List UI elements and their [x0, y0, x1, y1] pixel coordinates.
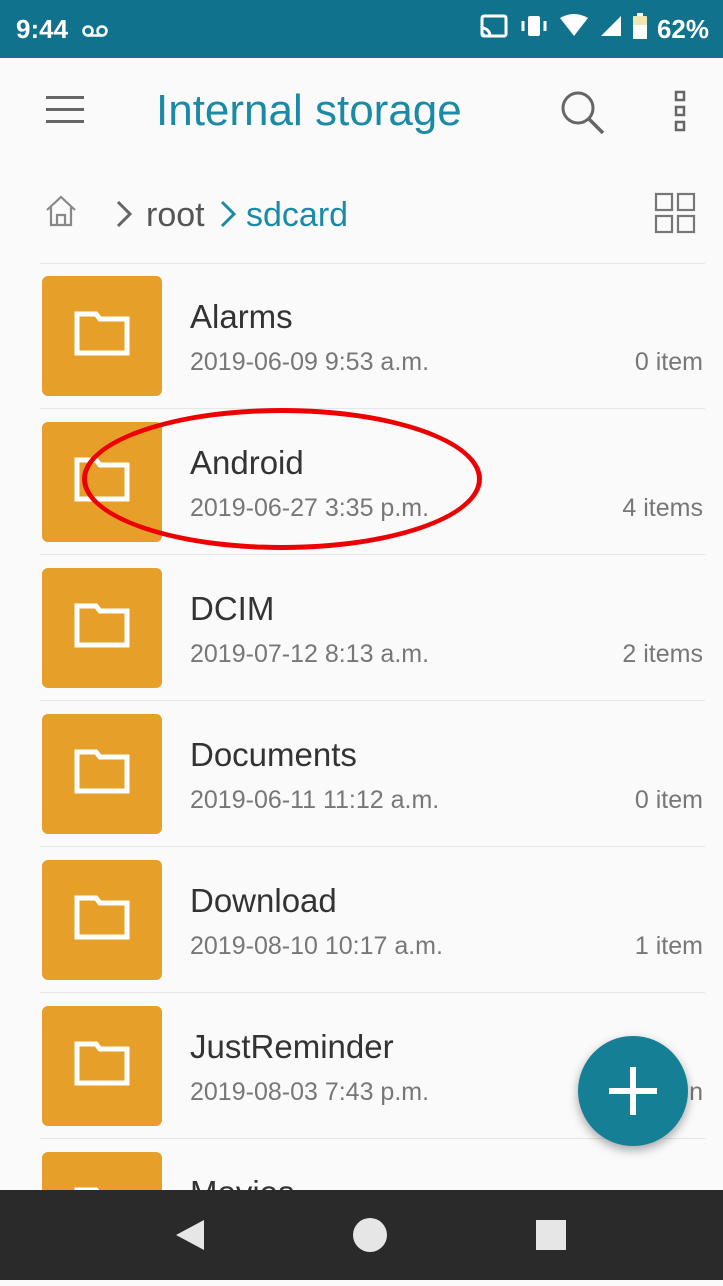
signal-icon	[599, 14, 623, 45]
search-icon[interactable]	[558, 88, 606, 141]
folder-icon	[42, 276, 162, 396]
list-item[interactable]: Alarms 2019-06-09 9:53 a.m. 0 item	[0, 264, 723, 410]
navigation-bar	[0, 1190, 723, 1280]
recents-icon[interactable]	[536, 1220, 566, 1255]
breadcrumb-root[interactable]: root	[146, 196, 205, 235]
wifi-icon	[559, 13, 589, 45]
vibrate-icon	[519, 13, 549, 46]
battery-icon	[632, 12, 647, 46]
list-item[interactable]: DCIM 2019-07-12 8:13 a.m. 2 items	[0, 556, 723, 702]
more-vert-icon[interactable]	[674, 90, 686, 137]
file-name: Download	[190, 882, 337, 919]
chevron-right-icon	[220, 200, 237, 233]
file-count: 4 items	[622, 494, 703, 522]
voicemail-icon	[82, 14, 108, 45]
menu-icon[interactable]	[46, 96, 84, 129]
folder-icon	[42, 860, 162, 980]
plus-icon	[609, 1067, 657, 1120]
file-count: 0 item	[634, 348, 703, 376]
status-time: 9:44	[16, 13, 69, 44]
file-count: 0 item	[634, 786, 703, 814]
divider	[40, 700, 705, 701]
home-icon[interactable]	[44, 194, 78, 233]
chevron-right-icon	[116, 200, 133, 233]
file-name: JustReminder	[190, 1028, 394, 1065]
divider	[40, 992, 705, 993]
back-icon[interactable]	[174, 1218, 206, 1257]
folder-icon	[42, 1006, 162, 1126]
folder-icon	[42, 714, 162, 834]
breadcrumb-sdcard[interactable]: sdcard	[246, 196, 348, 235]
file-date: 2019-07-12 8:13 a.m.	[190, 640, 430, 668]
divider	[40, 846, 705, 847]
divider	[40, 408, 705, 409]
home-circle-icon[interactable]	[352, 1217, 388, 1258]
page-title: Internal storage	[156, 86, 462, 135]
file-count: 1 item	[634, 932, 703, 960]
file-name: Documents	[190, 736, 357, 773]
list-item[interactable]: Download 2019-08-10 10:17 a.m. 1 item	[0, 848, 723, 994]
grid-view-icon[interactable]	[654, 192, 696, 239]
breadcrumb: root sdcard	[0, 170, 723, 260]
file-date: 2019-06-09 9:53 a.m.	[190, 348, 430, 376]
annotation-ellipse	[82, 408, 482, 550]
folder-icon	[42, 568, 162, 688]
file-name: DCIM	[190, 590, 275, 627]
file-date: 2019-08-10 10:17 a.m.	[190, 932, 443, 960]
file-date: 2019-08-03 7:43 p.m.	[190, 1078, 430, 1106]
cast-icon	[479, 13, 509, 46]
file-date: 2019-06-11 11:12 a.m.	[190, 786, 440, 814]
divider	[40, 554, 705, 555]
status-bar: 9:44 62%	[0, 0, 723, 58]
file-count: n	[689, 1078, 703, 1106]
add-button[interactable]	[578, 1036, 688, 1146]
battery-percent: 62%	[656, 13, 709, 44]
list-item[interactable]: Documents 2019-06-11 11:12 a.m. 0 item	[0, 702, 723, 848]
file-count: 2 items	[622, 640, 703, 668]
app-bar: Internal storage	[0, 58, 723, 170]
file-name: Alarms	[190, 298, 293, 335]
